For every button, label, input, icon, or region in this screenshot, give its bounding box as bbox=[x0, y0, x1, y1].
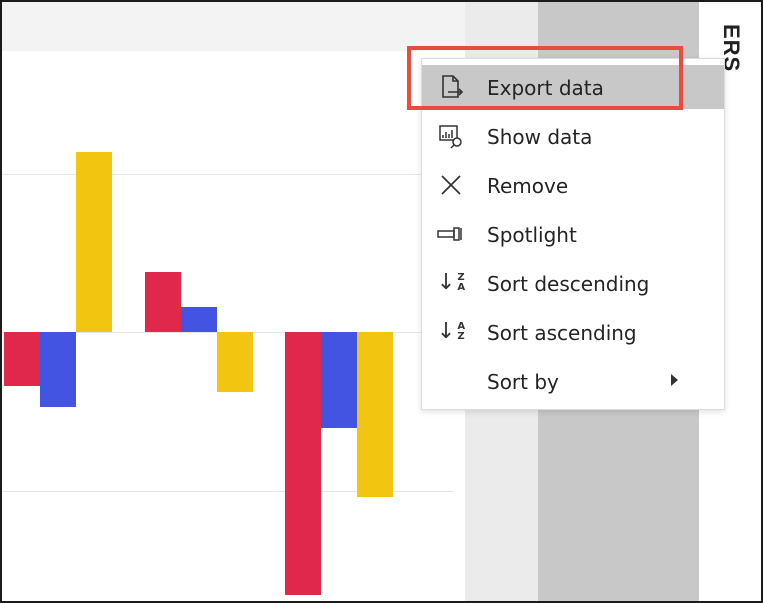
menu-label-spotlight: Spotlight bbox=[487, 223, 577, 247]
context-menu: Export data Show data Remove Spotlight ↓… bbox=[421, 58, 725, 410]
close-icon bbox=[436, 171, 466, 199]
menu-item-show-data[interactable]: Show data bbox=[422, 114, 724, 158]
report-canvas: ERS Export data Show data Remove Spotlig… bbox=[2, 2, 761, 601]
spotlight-icon bbox=[436, 220, 466, 248]
menu-item-remove[interactable]: Remove bbox=[422, 163, 724, 207]
sort-descending-icon: ↓ Z A bbox=[436, 270, 466, 295]
menu-item-sort-by[interactable]: Sort by bbox=[422, 359, 724, 403]
menu-item-sort-descending[interactable]: ↓ Z A Sort descending bbox=[422, 261, 724, 305]
export-icon bbox=[436, 73, 466, 101]
sort-ascending-icon: ↓ A Z bbox=[436, 319, 466, 344]
menu-label-remove: Remove bbox=[487, 174, 569, 198]
visual-header-strip bbox=[2, 2, 465, 51]
menu-label-export-data: Export data bbox=[487, 76, 604, 100]
menu-label-show-data: Show data bbox=[487, 125, 593, 149]
bar-series3-group1[interactable] bbox=[76, 152, 112, 332]
menu-item-sort-ascending[interactable]: ↓ A Z Sort ascending bbox=[422, 310, 724, 354]
bar-series2-group2[interactable] bbox=[40, 332, 76, 407]
bar-series2-group3[interactable] bbox=[181, 306, 217, 332]
menu-item-spotlight[interactable]: Spotlight bbox=[422, 212, 724, 256]
gridline-top bbox=[2, 174, 454, 175]
bar-series1-group2[interactable] bbox=[4, 332, 40, 386]
chevron-right-icon bbox=[671, 374, 678, 386]
bar-series1-group3[interactable] bbox=[145, 272, 181, 332]
bar-series1-group4[interactable] bbox=[285, 332, 321, 595]
show-data-icon bbox=[436, 122, 466, 150]
bar-series3-group3[interactable] bbox=[217, 332, 253, 392]
bar-series2-group4[interactable] bbox=[321, 332, 357, 428]
menu-item-export-data[interactable]: Export data bbox=[422, 65, 724, 109]
bar-series3-group4[interactable] bbox=[357, 332, 393, 497]
menu-label-sort-by: Sort by bbox=[487, 370, 559, 394]
menu-label-sort-ascending: Sort ascending bbox=[487, 321, 637, 345]
menu-label-sort-descending: Sort descending bbox=[487, 272, 650, 296]
